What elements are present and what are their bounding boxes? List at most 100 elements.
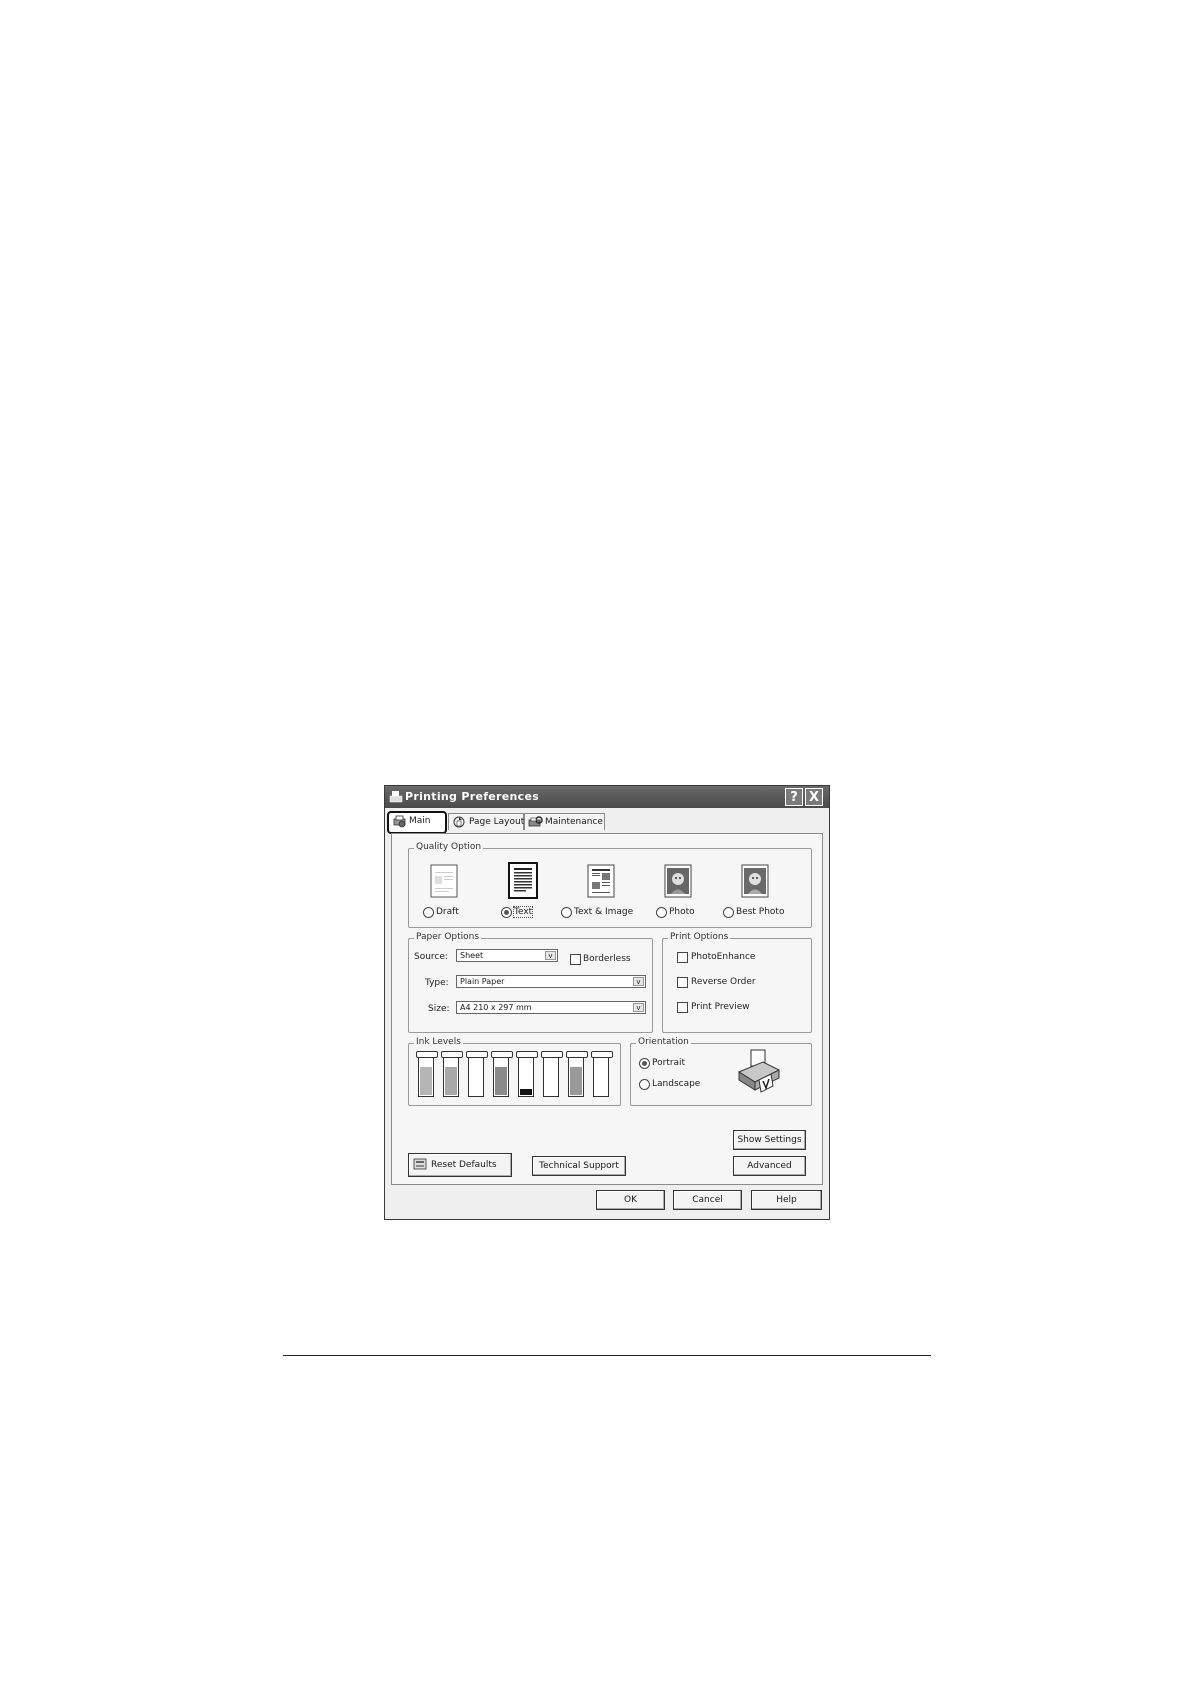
- tab-maintenance[interactable]: Maintenance: [524, 813, 605, 830]
- select-value: Plain Paper: [460, 977, 505, 986]
- ink-cartridge: [441, 1051, 463, 1097]
- source-select[interactable]: Sheet v: [456, 949, 558, 962]
- type-select[interactable]: Plain Paper v: [456, 975, 646, 988]
- ink-cartridge-cap: [516, 1051, 538, 1058]
- close-icon: X: [808, 790, 820, 805]
- ink-levels-group: Ink Levels: [408, 1037, 621, 1106]
- ink-cartridge-cap: [591, 1051, 613, 1058]
- cancel-button[interactable]: Cancel: [673, 1190, 742, 1210]
- radio-button[interactable]: [656, 907, 667, 918]
- ink-level-fill: [495, 1067, 507, 1095]
- button-label: Help: [776, 1195, 797, 1205]
- page-layout-icon: [453, 816, 465, 828]
- radio-button[interactable]: [639, 1079, 650, 1090]
- checkbox-label: Print Preview: [691, 1002, 750, 1012]
- tab-main[interactable]: Main: [387, 811, 447, 834]
- select-value: Sheet: [460, 951, 484, 960]
- main-tab-panel: Quality Option Draft Text Text & Image P…: [391, 833, 823, 1185]
- tab-page-layout[interactable]: Page Layout: [448, 813, 524, 830]
- source-label: Source:: [414, 952, 448, 962]
- orientation-group: Orientation Portrait Landscape: [630, 1037, 812, 1106]
- tab-label: Maintenance: [545, 817, 603, 827]
- tab-label: Page Layout: [469, 817, 525, 827]
- text-document-icon: [508, 862, 538, 899]
- show-settings-button[interactable]: Show Settings: [733, 1130, 806, 1150]
- option-label: Landscape: [652, 1079, 701, 1089]
- paper-options-group: Paper Options Source: Sheet v Borderless…: [408, 932, 653, 1033]
- button-label: Technical Support: [539, 1161, 619, 1171]
- size-label: Size:: [428, 1004, 450, 1014]
- option-label: Best Photo: [736, 907, 785, 917]
- group-label: Ink Levels: [414, 1037, 463, 1047]
- ink-cartridge-cap: [541, 1051, 563, 1058]
- radio-button[interactable]: [423, 907, 434, 918]
- button-label: OK: [624, 1195, 637, 1205]
- chevron-down-icon[interactable]: v: [633, 1003, 644, 1012]
- option-label: Photo: [669, 907, 695, 917]
- button-label: Cancel: [692, 1195, 723, 1205]
- group-label: Paper Options: [414, 932, 482, 942]
- help-title-button[interactable]: ?: [785, 788, 803, 806]
- window-title: Printing Preferences: [405, 790, 540, 803]
- type-label: Type:: [425, 978, 449, 988]
- ink-cartridge-cap: [491, 1051, 513, 1058]
- close-button[interactable]: X: [805, 788, 823, 806]
- ink-level-fill: [445, 1067, 457, 1095]
- quality-option-group: Quality Option Draft Text Text & Image P…: [408, 842, 812, 928]
- print-options-group: Print Options PhotoEnhance Reverse Order…: [662, 932, 812, 1033]
- ink-cartridge: [591, 1051, 613, 1097]
- title-bar[interactable]: Printing Preferences ? X: [385, 786, 829, 808]
- tab-label: Main: [409, 816, 431, 826]
- button-label: Show Settings: [737, 1135, 802, 1145]
- checkbox-label: PhotoEnhance: [691, 952, 756, 962]
- photo-icon: [664, 864, 692, 898]
- ink-cartridge: [491, 1051, 513, 1097]
- size-select[interactable]: A4 210 x 297 mm v: [456, 1001, 646, 1014]
- page-divider: [283, 1355, 931, 1356]
- group-label: Orientation: [636, 1037, 691, 1047]
- printer-icon: [389, 791, 403, 803]
- checkbox[interactable]: [677, 977, 688, 988]
- button-label: Advanced: [747, 1161, 792, 1171]
- checkbox-label: Reverse Order: [691, 977, 756, 987]
- ink-cartridge-cap: [416, 1051, 438, 1058]
- checkbox[interactable]: [570, 954, 581, 965]
- ink-cartridge: [566, 1051, 588, 1097]
- select-value: A4 210 x 297 mm: [460, 1003, 532, 1012]
- group-label: Quality Option: [414, 842, 484, 852]
- checkbox[interactable]: [677, 1002, 688, 1013]
- option-label: Portrait: [652, 1058, 686, 1068]
- checkbox-label: Borderless: [583, 954, 631, 964]
- reset-icon: [413, 1158, 427, 1170]
- ink-cartridge: [516, 1051, 538, 1097]
- printer-portrait-icon: [737, 1049, 781, 1093]
- ink-cartridge: [416, 1051, 438, 1097]
- chevron-down-icon[interactable]: v: [633, 977, 644, 986]
- ink-cartridge-cap: [466, 1051, 488, 1058]
- ok-button[interactable]: OK: [596, 1190, 665, 1210]
- option-label: Draft: [436, 907, 459, 917]
- option-label: Text: [512, 906, 534, 918]
- best-photo-icon: [741, 864, 769, 898]
- technical-support-button[interactable]: Technical Support: [532, 1156, 626, 1176]
- ink-level-fill: [570, 1067, 582, 1095]
- radio-button[interactable]: [501, 907, 512, 918]
- ink-cartridge-cap: [441, 1051, 463, 1058]
- ink-cartridge: [541, 1051, 563, 1097]
- ink-cartridge: [466, 1051, 488, 1097]
- button-label: Reset Defaults: [431, 1160, 497, 1170]
- draft-document-icon: [430, 864, 458, 898]
- radio-button[interactable]: [723, 907, 734, 918]
- advanced-button[interactable]: Advanced: [733, 1156, 806, 1176]
- printer-icon: [393, 815, 406, 828]
- help-icon: ?: [790, 790, 798, 805]
- radio-button[interactable]: [639, 1058, 650, 1069]
- checkbox[interactable]: [677, 952, 688, 963]
- ink-level-fill: [420, 1067, 432, 1095]
- help-button[interactable]: Help: [751, 1190, 822, 1210]
- radio-button[interactable]: [561, 907, 572, 918]
- group-label: Print Options: [668, 932, 731, 942]
- chevron-down-icon[interactable]: v: [545, 951, 556, 960]
- reset-defaults-button[interactable]: Reset Defaults: [408, 1153, 512, 1177]
- ink-level-fill: [520, 1089, 532, 1095]
